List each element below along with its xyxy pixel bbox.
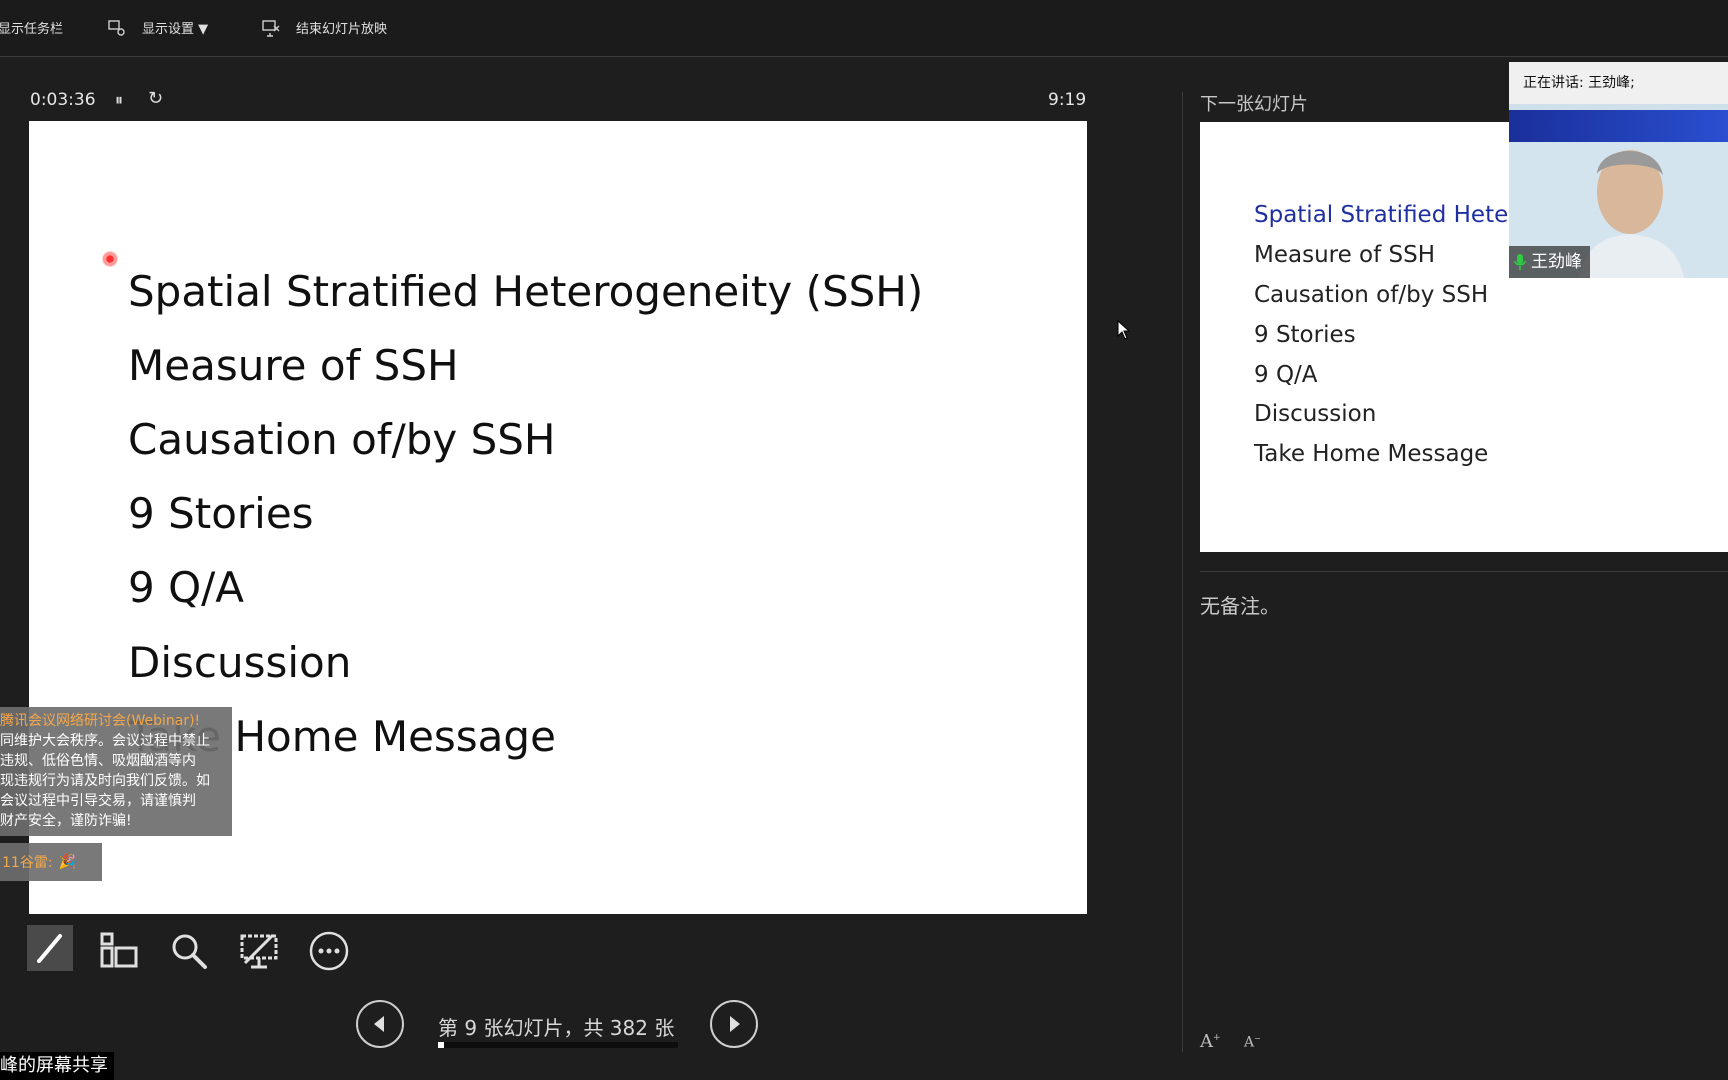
- notice-line: 财产安全，谨防诈骗!: [0, 813, 132, 829]
- slides-grid-icon: [100, 932, 138, 968]
- next-slide-line: 9 Stories: [1254, 322, 1356, 348]
- end-show-icon: [262, 19, 280, 37]
- more-options-button[interactable]: [306, 928, 352, 974]
- video-name-tag: 王劲峰: [1509, 246, 1590, 278]
- slide-counter: 第 9 张幻灯片，共 382 张: [438, 1016, 675, 1040]
- party-emoji-icon: 🎉: [58, 854, 76, 870]
- reaction-text: 11谷雷:: [2, 855, 53, 871]
- current-clock: 9:19: [1048, 90, 1087, 110]
- next-slide-label: 下一张幻灯片: [1200, 94, 1308, 115]
- elapsed-timer: 0:03:36: [30, 90, 96, 110]
- display-settings-icon: [108, 19, 125, 36]
- laser-pointer: [102, 251, 118, 267]
- next-slide-line: 9 Q/A: [1254, 362, 1318, 388]
- pen-icon: [37, 934, 62, 963]
- speaker-notes[interactable]: 无备注。: [1200, 590, 1280, 619]
- slide-line: Discussion: [128, 638, 352, 687]
- panel-divider[interactable]: [1182, 92, 1183, 1052]
- next-slide-line: Take Home Message: [1254, 441, 1489, 467]
- notice-line: 现违规行为请及时向我们反馈。如: [0, 773, 210, 789]
- next-slide-line: Measure of SSH: [1254, 242, 1436, 268]
- mic-icon: [1514, 254, 1526, 270]
- notice-line: 同维护大会秩序。会议过程中禁止: [0, 733, 210, 749]
- notice-title: 腾讯会议网络研讨会(Webinar)!: [0, 713, 201, 729]
- notice-line: 违规、低俗色情、吸烟酗酒等内: [0, 753, 196, 769]
- slide-line: Causation of/by SSH: [128, 415, 556, 464]
- more-icon: [309, 931, 349, 971]
- chat-reaction: 11谷雷: 🎉: [0, 843, 102, 881]
- slide-line: Measure of SSH: [128, 341, 459, 390]
- display-settings-label: 显示设置 ▼: [142, 22, 209, 37]
- zoom-button[interactable]: [166, 928, 212, 974]
- slide-progress-track: [438, 1042, 678, 1048]
- show-taskbar-button[interactable]: 显示任务栏: [0, 18, 63, 37]
- next-slide-line: Causation of/by SSH: [1254, 282, 1489, 308]
- mouse-cursor-icon: [1117, 320, 1131, 340]
- increase-font-icon[interactable]: A+: [1200, 1031, 1221, 1052]
- next-icon: [730, 1016, 740, 1032]
- pen-tool-button[interactable]: [27, 925, 73, 971]
- next-slide-line: Discussion: [1254, 401, 1377, 427]
- end-slideshow-label: 结束幻灯片放映: [296, 22, 388, 37]
- speaker-video[interactable]: 王劲峰: [1509, 104, 1728, 278]
- next-slide-button[interactable]: [710, 1000, 758, 1048]
- zoom-icon: [172, 934, 207, 969]
- pause-timer-icon[interactable]: ⏸: [115, 90, 123, 110]
- meeting-notice: 腾讯会议网络研讨会(Webinar)! 同维护大会秩序。会议过程中禁止 违规、低…: [0, 707, 232, 836]
- black-screen-button[interactable]: [236, 928, 282, 974]
- slide-progress-fill: [438, 1042, 444, 1048]
- prev-icon: [374, 1016, 384, 1032]
- slide-line: Spatial Stratified Heterogeneity (SSH): [128, 267, 924, 316]
- notice-line: 会议过程中引导交易，请谨慎判: [0, 793, 196, 809]
- end-slideshow-button[interactable]: 结束幻灯片放映: [262, 18, 387, 37]
- slide-line: 9 Stories: [128, 489, 314, 538]
- presenter-toolbar: 显示任务栏 显示设置 ▼ 结束幻灯片放映: [0, 0, 1728, 57]
- display-settings-button[interactable]: 显示设置 ▼: [108, 18, 208, 37]
- screen-icon: [240, 933, 278, 969]
- slide-line: 9 Q/A: [128, 563, 245, 612]
- decrease-font-icon[interactable]: A−: [1244, 1034, 1261, 1051]
- see-all-slides-button[interactable]: [96, 928, 142, 974]
- notes-separator: [1200, 571, 1728, 572]
- screen-share-label: 峰的屏幕共享: [0, 1052, 114, 1080]
- previous-slide-button[interactable]: [356, 1000, 404, 1048]
- speaker-name: 王劲峰: [1531, 252, 1582, 272]
- show-taskbar-label: 显示任务栏: [0, 22, 64, 37]
- speaking-indicator: 正在讲话: 王劲峰;: [1509, 62, 1728, 104]
- reset-timer-icon[interactable]: ↻: [148, 88, 163, 109]
